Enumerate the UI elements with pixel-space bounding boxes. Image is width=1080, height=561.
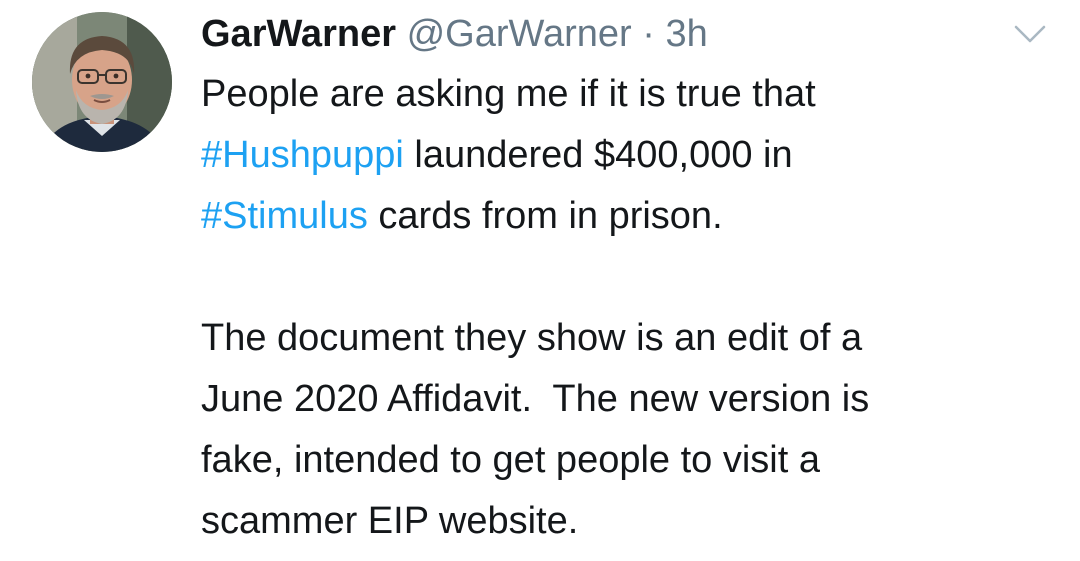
tweet-line: fake, intended to get people to visit a bbox=[201, 439, 820, 481]
tweet-line: #Hushpuppi laundered $400,000 in bbox=[201, 125, 1061, 186]
display-name[interactable]: GarWarner bbox=[201, 13, 396, 55]
tweet: GarWarner @GarWarner · 3h People are ask… bbox=[0, 0, 1080, 561]
tweet-line: scammer EIP website. bbox=[201, 500, 579, 542]
tweet-header: GarWarner @GarWarner · 3h bbox=[201, 9, 708, 59]
tweet-text: People are asking me if it is true that … bbox=[201, 64, 1061, 552]
tweet-line: #Stimulus cards from in prison. bbox=[201, 186, 1061, 247]
avatar[interactable] bbox=[32, 12, 172, 152]
hashtag-link[interactable]: #Hushpuppi bbox=[201, 134, 404, 176]
tweet-line: The document they show is an edit of a bbox=[201, 317, 863, 359]
tweet-line: June 2020 Affidavit. The new version is bbox=[201, 378, 870, 420]
handle[interactable]: @GarWarner bbox=[407, 13, 632, 55]
tweet-line-text: laundered $400,000 in bbox=[403, 134, 793, 176]
hashtag-link[interactable]: #Stimulus bbox=[201, 195, 368, 237]
avatar-photo bbox=[32, 12, 172, 152]
tweet-line: People are asking me if it is true that bbox=[201, 73, 816, 115]
timestamp[interactable]: 3h bbox=[665, 13, 707, 55]
tweet-line-text: cards from in prison. bbox=[367, 195, 723, 237]
chevron-down-icon[interactable] bbox=[1012, 22, 1048, 46]
separator: · bbox=[631, 13, 666, 55]
